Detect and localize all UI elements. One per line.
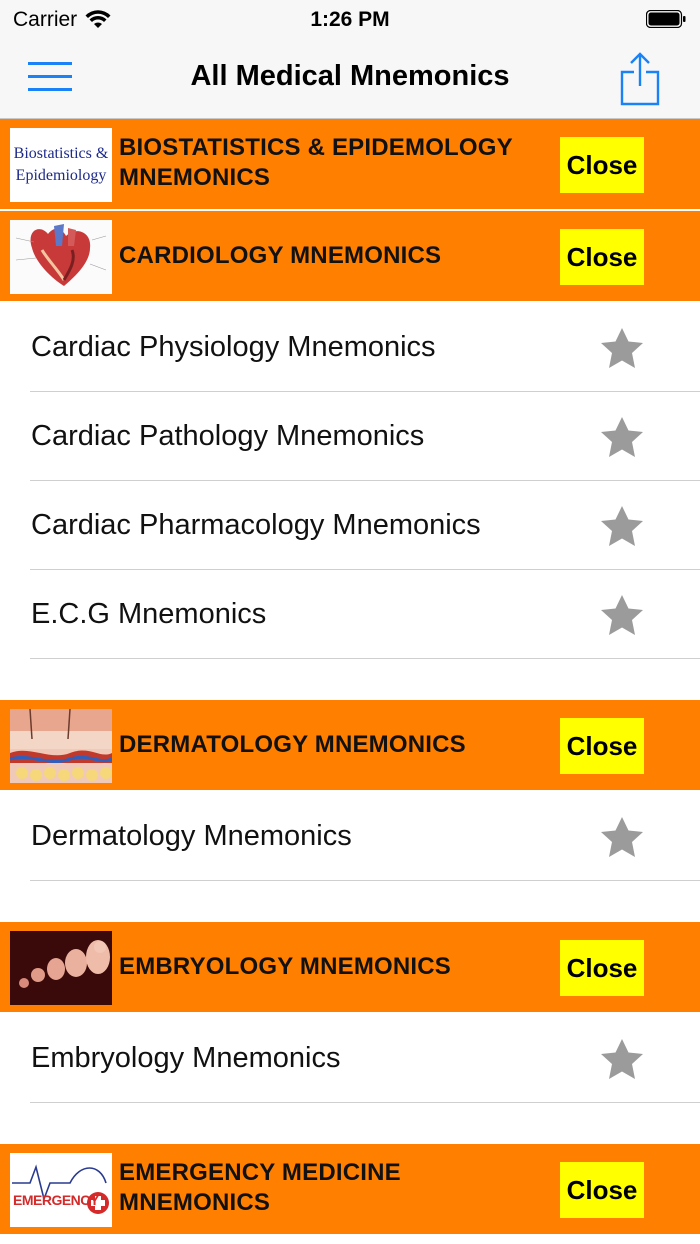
section-header-dermatology[interactable]: DERMATOLOGY MNEMONICS Close: [0, 700, 700, 792]
status-bar: Carrier 1:26 PM: [0, 0, 700, 40]
navigation-bar: All Medical Mnemonics: [0, 40, 700, 119]
section-header-cardiology[interactable]: CARDIOLOGY MNEMONICS Close: [0, 211, 700, 303]
star-icon[interactable]: [600, 1038, 644, 1080]
emergency-thumbnail: EMERGENCY: [10, 1153, 112, 1227]
thumb-text-line-2: Epidemiology: [15, 167, 107, 184]
star-icon[interactable]: [600, 505, 644, 547]
list-item-label: Cardiac Pathology Mnemonics: [31, 420, 425, 452]
section-title: DERMATOLOGY MNEMONICS: [119, 731, 466, 758]
share-icon[interactable]: [620, 52, 660, 106]
list-item[interactable]: E.C.G Mnemonics: [0, 570, 700, 659]
star-icon[interactable]: [600, 416, 644, 458]
list-item[interactable]: Cardiac Pharmacology Mnemonics: [0, 481, 700, 570]
close-button[interactable]: Close: [560, 718, 644, 774]
close-button[interactable]: Close: [560, 229, 644, 285]
list-item-label: Cardiac Pharmacology Mnemonics: [31, 509, 481, 541]
emergency-icon: [10, 1153, 112, 1227]
list-item-label: Dermatology Mnemonics: [31, 820, 352, 852]
list-item[interactable]: Embryology Mnemonics: [0, 1014, 700, 1103]
section-header-emergency-medicine[interactable]: EMERGENCY EMERGENCY MEDICINE MNEMONICS C…: [0, 1144, 700, 1236]
list-item-label: Cardiac Physiology Mnemonics: [31, 331, 436, 363]
section-header-biostatistics[interactable]: Biostatistics & Epidemiology BIOSTATISTI…: [0, 119, 700, 211]
page-title: All Medical Mnemonics: [190, 60, 510, 92]
close-button[interactable]: Close: [560, 940, 644, 996]
dermatology-thumbnail: [10, 709, 112, 783]
close-button[interactable]: Close: [560, 1162, 644, 1218]
emergency-thumb-text: EMERGENCY: [13, 1192, 99, 1208]
list-item[interactable]: Cardiac Physiology Mnemonics: [0, 303, 700, 392]
divider: [30, 1102, 700, 1103]
cardiology-thumbnail: [10, 220, 112, 294]
skin-layers-icon: [10, 709, 112, 783]
biostatistics-thumbnail: Biostatistics & Epidemiology: [10, 128, 112, 202]
section-title: EMERGENCY MEDICINE MNEMONICS: [119, 1159, 401, 1216]
section-title: EMBRYOLOGY MNEMONICS: [119, 953, 452, 980]
list-item-label: E.C.G Mnemonics: [31, 598, 267, 630]
heart-anatomy-icon: [10, 220, 112, 294]
thumb-text-line-1: Biostatistics &: [13, 145, 109, 162]
section-title: CARDIOLOGY MNEMONICS: [119, 242, 442, 269]
embryology-thumbnail: [10, 931, 112, 1005]
section-header-embryology[interactable]: EMBRYOLOGY MNEMONICS Close: [0, 922, 700, 1014]
divider: [30, 880, 700, 881]
star-icon[interactable]: [600, 327, 644, 369]
section-title: BIOSTATISTICS & EPIDEMOLOGY MNEMONICS: [119, 134, 513, 191]
mnemonics-list: Biostatistics & Epidemiology BIOSTATISTI…: [0, 119, 700, 1236]
battery-icon: [646, 10, 686, 28]
star-icon[interactable]: [600, 594, 644, 636]
clock: 1:26 PM: [310, 8, 390, 31]
list-item[interactable]: Dermatology Mnemonics: [0, 792, 700, 881]
list-item-label: Embryology Mnemonics: [31, 1042, 341, 1074]
list-item[interactable]: Cardiac Pathology Mnemonics: [0, 392, 700, 481]
embryo-stages-icon: [10, 931, 112, 1005]
close-button[interactable]: Close: [560, 137, 644, 193]
divider: [30, 658, 700, 659]
star-icon[interactable]: [600, 816, 644, 858]
